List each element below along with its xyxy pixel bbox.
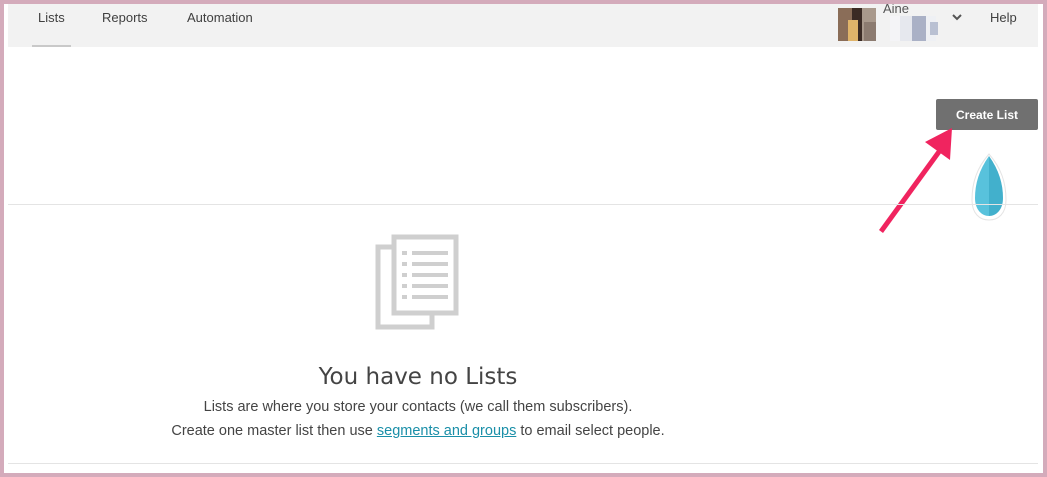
empty-state-title: You have no Lists xyxy=(318,364,518,390)
leaf-logo-icon[interactable] xyxy=(968,150,1010,226)
tab-automation[interactable]: Automation xyxy=(187,10,253,25)
avatar[interactable] xyxy=(838,8,876,41)
empty-state-hint-suffix: to email select people. xyxy=(520,423,665,439)
tab-reports[interactable]: Reports xyxy=(102,10,148,25)
empty-state-description: Lists are where you store your contacts … xyxy=(203,399,633,415)
empty-state-hint-prefix: Create one master list then use xyxy=(171,423,373,439)
tab-lists[interactable]: Lists xyxy=(32,10,71,47)
document-icon xyxy=(375,234,459,330)
user-name[interactable]: Aine xyxy=(883,2,909,16)
help-link[interactable]: Help xyxy=(990,10,1017,25)
redacted-account-info xyxy=(890,16,940,41)
content-divider-top xyxy=(8,204,1038,205)
segments-and-groups-link[interactable]: segments and groups xyxy=(377,423,516,439)
chevron-down-icon[interactable] xyxy=(951,11,963,23)
empty-state-hint: Create one master list then use segments… xyxy=(0,423,836,439)
content-divider-bottom xyxy=(8,463,1038,464)
annotation-arrow-icon xyxy=(879,128,952,233)
